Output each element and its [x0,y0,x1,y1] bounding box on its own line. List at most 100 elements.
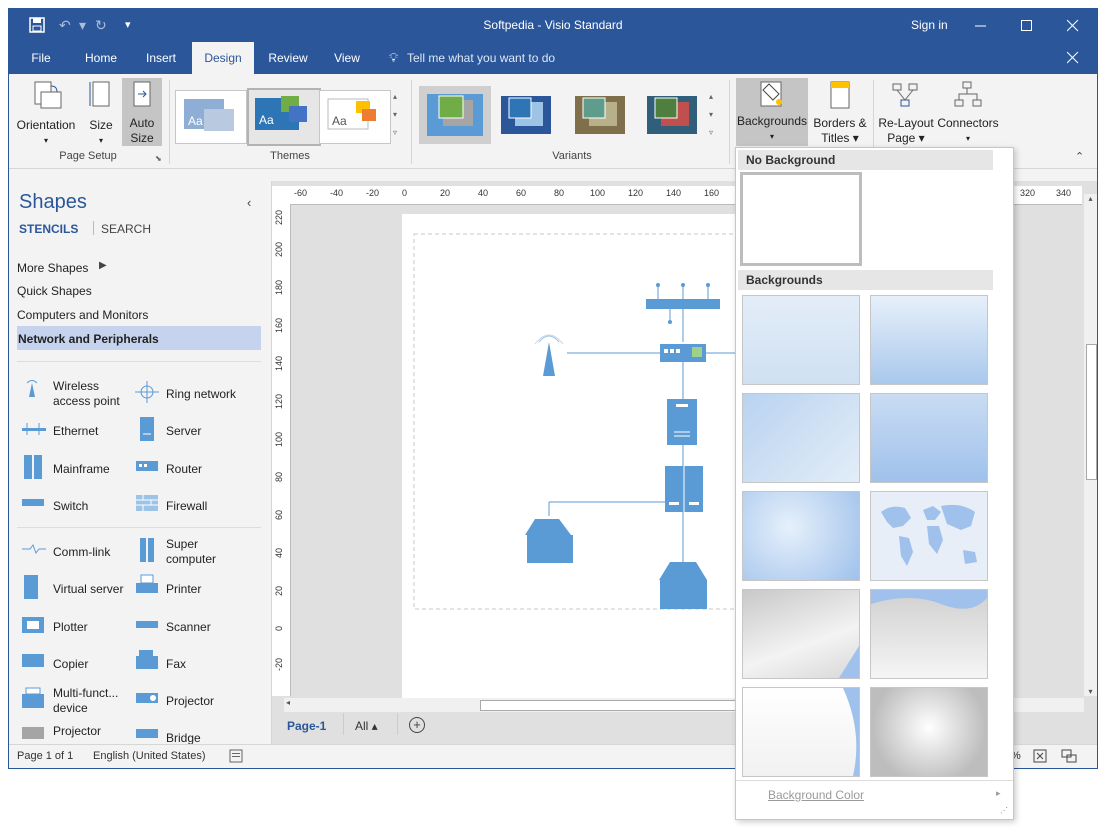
more-shapes-link[interactable]: More Shapes [17,261,88,275]
themes-gallery-scroll[interactable]: ▴ ▾ ▿ [393,88,405,144]
ruler-label: 320 [1020,188,1036,198]
ring-network-icon [135,381,159,403]
stencil-quick-shapes[interactable]: Quick Shapes [17,284,92,298]
background-option-5[interactable] [742,491,860,581]
shape-switch[interactable]: Switch [53,499,88,513]
ruler-label: 160 [704,188,720,198]
shape-firewall[interactable]: Firewall [166,499,207,513]
ruler-label: 140 [666,188,682,198]
shape-multifunction-device[interactable]: Multi-funct... device [53,686,118,716]
collapse-pane-icon[interactable]: ‹ [247,195,251,210]
router-shape[interactable] [660,344,706,362]
variant-thumb-4[interactable] [639,88,709,142]
add-page-icon[interactable]: + [409,717,425,733]
minimize-icon[interactable] [975,17,987,36]
background-bokeh-option[interactable] [870,687,988,777]
shape-plotter[interactable]: Plotter [53,620,88,634]
background-option-8[interactable] [870,589,988,679]
vertical-scroll-thumb[interactable] [1086,344,1097,480]
shape-mainframe[interactable]: Mainframe [53,462,110,476]
background-option-9[interactable] [742,687,860,777]
auto-size-button[interactable]: Auto Size [122,78,162,146]
page-count[interactable]: Page 1 of 1 [17,750,73,762]
shape-ring-network[interactable]: Ring network [166,387,236,401]
mainframe-shape[interactable] [665,466,703,512]
shape-scanner[interactable]: Scanner [166,620,211,634]
background-world-option[interactable] [870,491,988,581]
connectors-button[interactable]: Connectors ▾ [935,80,1001,146]
storage-shape-bottom[interactable] [659,562,707,609]
no-background-option[interactable] [740,172,862,266]
switch-windows-icon[interactable] [1061,749,1077,766]
shape-comm-link[interactable]: Comm-link [53,545,110,559]
tab-insert[interactable]: Insert [139,42,183,74]
macro-record-icon[interactable] [229,749,243,766]
tab-home[interactable]: Home [79,42,123,74]
tab-review[interactable]: Review [265,42,311,74]
background-option-1[interactable] [742,295,860,385]
wireless-access-point-shape[interactable] [534,334,564,376]
server-shape[interactable] [667,399,697,445]
background-option-2[interactable] [870,295,988,385]
scroll-down-icon[interactable]: ▾ [1084,687,1097,696]
shape-fax[interactable]: Fax [166,657,186,671]
variant-thumb-3[interactable] [567,88,637,142]
resize-grip-icon[interactable]: ⋰ [1000,806,1008,815]
orientation-button[interactable]: Orientation ▾ [13,80,79,148]
scroll-up-icon[interactable]: ▴ [1084,194,1097,203]
tab-design[interactable]: Design [192,42,254,74]
theme-thumb-3[interactable]: Aa [319,90,391,144]
fit-page-icon[interactable] [1033,749,1047,766]
shape-ethernet[interactable]: Ethernet [53,424,98,438]
maximize-icon[interactable] [1021,17,1033,36]
shape-wireless-access-point[interactable]: Wireless access point [53,379,120,409]
shape-supercomputer[interactable]: Super computer [166,537,216,567]
shape-bridge[interactable]: Bridge [166,731,201,744]
page-setup-launcher-icon[interactable]: ⬊ [155,154,162,163]
backgrounds-button[interactable]: Backgrounds ▾ [736,78,808,146]
background-option-4[interactable] [870,393,988,483]
close-icon[interactable] [1066,17,1079,36]
variant-thumb-1[interactable] [419,86,491,144]
variants-gallery-scroll[interactable]: ▴ ▾ ▿ [709,88,721,144]
background-option-3[interactable] [742,393,860,483]
shape-projector[interactable]: Projector [166,694,214,708]
shape-copier[interactable]: Copier [53,657,88,671]
ruler-label: 160 [274,318,284,334]
tab-stencils[interactable]: STENCILS [19,222,78,236]
shape-projector-2[interactable]: Projector [53,724,101,738]
background-option-7[interactable] [742,589,860,679]
tab-file[interactable]: File [23,42,59,74]
variant-thumb-2[interactable] [493,88,563,142]
borders-titles-button[interactable]: Borders & Titles ▾ [809,80,871,146]
relayout-page-button[interactable]: Re-Layout Page ▾ [875,80,937,146]
horizontal-scroll-thumb[interactable] [480,700,742,711]
ethernet-icon [21,421,46,439]
stencil-network-peripherals[interactable]: Network and Peripherals [17,326,261,350]
size-button[interactable]: Size ▾ [83,80,119,148]
collapse-ribbon-icon[interactable]: ⌃ [1075,150,1084,163]
theme-thumb-1[interactable]: Aa [175,90,247,144]
shape-router[interactable]: Router [166,462,202,476]
lightbulb-icon: 💡︎ [389,50,399,65]
vertical-scrollbar[interactable]: ▴ ▾ [1084,194,1097,696]
stencil-computers-monitors[interactable]: Computers and Monitors [17,308,148,322]
virtual-server-icon [23,574,45,599]
close-document-icon[interactable] [1066,50,1079,67]
wave-icon [871,590,987,609]
shape-virtual-server[interactable]: Virtual server [53,582,123,596]
drawing-page[interactable] [402,214,742,699]
all-pages-button[interactable]: All ▴ [355,719,378,733]
theme-thumb-2[interactable]: Aa [247,88,321,146]
shape-server[interactable]: Server [166,424,201,438]
tab-search[interactable]: SEARCH [101,222,151,236]
storage-shape-left[interactable] [525,519,573,563]
tab-view[interactable]: View [327,42,367,74]
shape-printer[interactable]: Printer [166,582,201,596]
page-tab-page1[interactable]: Page-1 [287,719,326,733]
scroll-left-icon[interactable]: ◂ [286,698,290,707]
language-status[interactable]: English (United States) [93,750,206,762]
tell-me-input[interactable]: Tell me what you want to do [407,51,555,65]
sign-in-link[interactable]: Sign in [911,18,948,32]
background-color-menu-item[interactable]: Background Color [768,788,864,802]
